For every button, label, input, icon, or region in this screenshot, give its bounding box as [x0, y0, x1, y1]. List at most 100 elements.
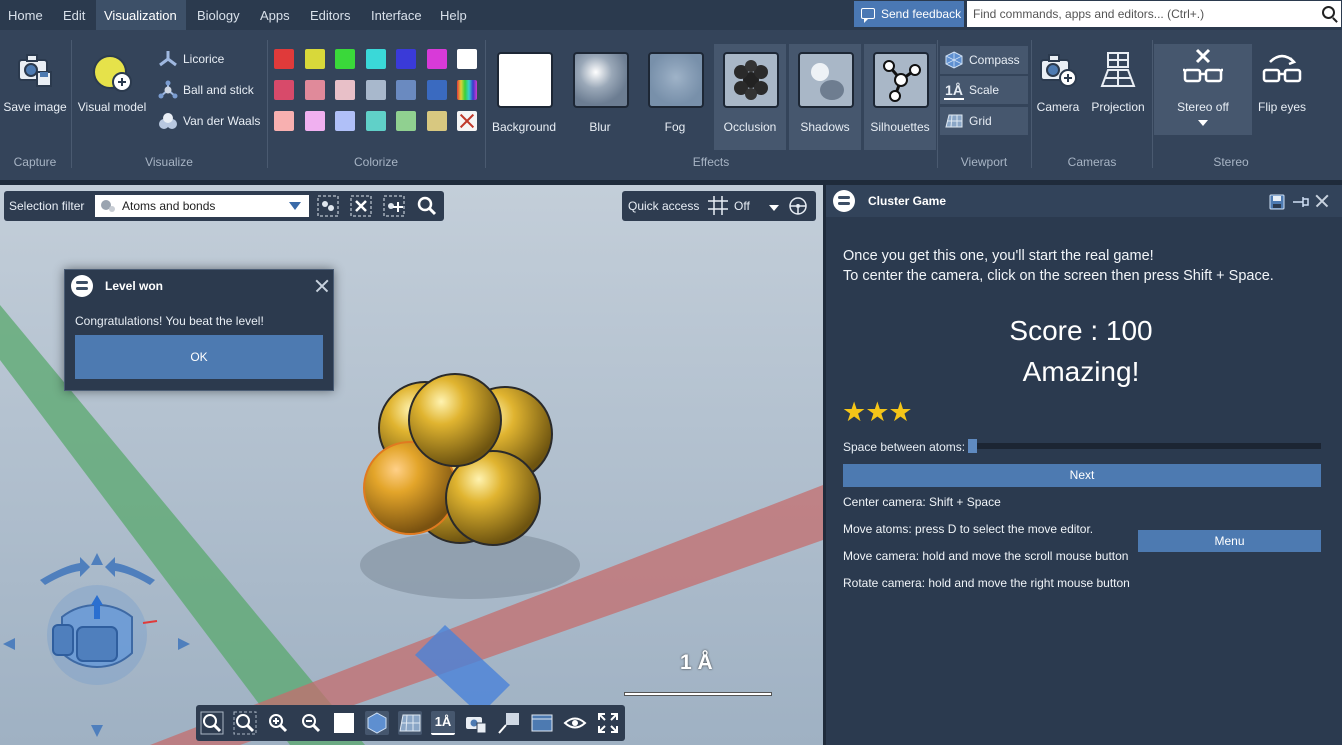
- color-swatch[interactable]: [396, 49, 416, 69]
- fullscreen-icon[interactable]: [596, 711, 620, 735]
- grid-button[interactable]: Grid: [940, 107, 1028, 135]
- camera-button[interactable]: Camera: [1033, 50, 1083, 120]
- background-color-icon[interactable]: [332, 711, 356, 735]
- color-swatch[interactable]: [304, 49, 325, 69]
- camera-label: Camera: [1036, 100, 1080, 114]
- quick-access-value[interactable]: Off: [734, 191, 750, 221]
- cluster-game-panel: Cluster Game Once you get this one, you'…: [826, 185, 1342, 745]
- effect-shadows-button[interactable]: Shadows: [789, 44, 861, 150]
- 3d-viewport[interactable]: Selection filter Atoms and bonds Quick a…: [0, 185, 823, 745]
- color-swatch[interactable]: [274, 80, 294, 100]
- zoom-out-icon[interactable]: [299, 711, 323, 735]
- menu-interface[interactable]: Interface: [363, 0, 430, 30]
- menu-apps[interactable]: Apps: [252, 0, 298, 30]
- color-swatch[interactable]: [335, 80, 355, 100]
- zoom-selection-icon[interactable]: [233, 711, 257, 735]
- fog-preview-icon: [648, 52, 704, 108]
- scale-button[interactable]: 1Å Scale: [940, 76, 1028, 104]
- color-swatch[interactable]: [396, 111, 416, 131]
- viewport-panel-icon[interactable]: [530, 711, 554, 735]
- screenshot-camera-icon[interactable]: [464, 711, 488, 735]
- grid-icon[interactable]: [398, 711, 422, 735]
- menu-edit[interactable]: Edit: [55, 0, 93, 30]
- ball-and-stick-button[interactable]: Ball and stick: [156, 77, 254, 103]
- menu-button[interactable]: Menu: [1138, 530, 1321, 552]
- command-search-input[interactable]: Find commands, apps and editors... (Ctrl…: [967, 1, 1341, 27]
- viewport-bottom-toolbar: 1Å: [196, 705, 625, 741]
- menu-visualization[interactable]: Visualization: [96, 0, 186, 30]
- menu-home[interactable]: Home: [0, 0, 51, 30]
- effect-shadows-label: Shadows: [800, 120, 850, 134]
- visual-model-button[interactable]: Visual model: [76, 50, 148, 120]
- ok-button[interactable]: OK: [75, 335, 323, 379]
- licorice-button[interactable]: Licorice: [156, 46, 224, 72]
- projection-icon[interactable]: [497, 711, 521, 735]
- chevron-down-icon[interactable]: [769, 205, 779, 211]
- color-swatch[interactable]: [426, 111, 447, 131]
- compass-cube-icon: [945, 51, 963, 69]
- color-swatch[interactable]: [335, 111, 355, 131]
- rating-text: Amazing!: [1022, 356, 1140, 387]
- pin-icon[interactable]: [1292, 194, 1310, 210]
- eye-icon[interactable]: [563, 711, 587, 735]
- color-swatch[interactable]: [426, 49, 447, 69]
- projection-button[interactable]: Projection: [1088, 50, 1148, 120]
- ribbon-divider: [71, 40, 72, 168]
- menu-help[interactable]: Help: [432, 0, 475, 30]
- next-button[interactable]: Next: [843, 464, 1321, 487]
- color-swatch[interactable]: [304, 111, 325, 131]
- color-swatch[interactable]: [365, 49, 386, 69]
- close-icon[interactable]: [1315, 194, 1329, 208]
- color-swatch[interactable]: [335, 49, 355, 69]
- color-swatch[interactable]: [365, 80, 386, 100]
- rotate-right-icon: [105, 557, 155, 585]
- zoom-in-icon[interactable]: [266, 711, 290, 735]
- silhouette-molecule-icon: [883, 60, 921, 102]
- projection-icon: [1100, 52, 1136, 87]
- quick-access-grid-icon[interactable]: [706, 195, 730, 217]
- silhouettes-preview-icon: [873, 52, 929, 108]
- color-swatch[interactable]: [274, 49, 294, 69]
- menu-editors[interactable]: Editors: [302, 0, 358, 30]
- search-selection-button[interactable]: [415, 194, 439, 218]
- color-swatch[interactable]: [426, 80, 447, 100]
- color-swatch[interactable]: [304, 80, 325, 100]
- save-image-button[interactable]: Save image: [2, 50, 68, 120]
- stereo-off-button[interactable]: Stereo off: [1154, 44, 1252, 135]
- save-icon[interactable]: [1269, 194, 1285, 210]
- licorice-icon: [159, 51, 177, 67]
- effect-fog-button[interactable]: Fog: [639, 44, 711, 150]
- zoom-fit-icon[interactable]: [200, 711, 224, 735]
- rainbow-color-swatch[interactable]: [457, 80, 477, 100]
- add-selection-button[interactable]: [382, 194, 406, 218]
- space-between-atoms-slider[interactable]: [968, 439, 1321, 453]
- effect-blur-button[interactable]: Blur: [564, 44, 636, 150]
- color-swatch[interactable]: [457, 49, 477, 69]
- color-swatch[interactable]: [365, 111, 386, 131]
- slider-handle[interactable]: [968, 439, 977, 453]
- no-color-swatch[interactable]: [457, 111, 477, 131]
- atoms-bonds-icon: [101, 200, 115, 212]
- star-rating: ★★★: [842, 397, 913, 427]
- steering-wheel-icon[interactable]: [788, 196, 808, 216]
- color-swatch[interactable]: [396, 80, 416, 100]
- select-all-button[interactable]: [316, 194, 340, 218]
- help-rotate-camera: Rotate camera: hold and move the right m…: [843, 576, 1130, 590]
- clear-selection-button[interactable]: [349, 194, 373, 218]
- effect-silhouettes-button[interactable]: Silhouettes: [864, 44, 936, 150]
- menu-biology[interactable]: Biology: [189, 0, 248, 30]
- menu-bar: Home Edit Visualization Biology Apps Edi…: [0, 0, 1342, 30]
- compass-cube-icon[interactable]: [365, 711, 389, 735]
- close-icon[interactable]: [315, 279, 329, 293]
- search-icon[interactable]: [1322, 6, 1335, 19]
- scale-icon[interactable]: 1Å: [431, 711, 455, 735]
- color-swatch[interactable]: [274, 111, 294, 131]
- van-der-waals-button[interactable]: Van der Waals: [156, 108, 260, 134]
- quick-access-label: Quick access: [628, 199, 700, 213]
- compass-button[interactable]: Compass: [940, 46, 1028, 74]
- effect-occlusion-button[interactable]: Occlusion: [714, 44, 786, 150]
- effect-background-button[interactable]: Background: [488, 44, 560, 150]
- selection-filter-dropdown[interactable]: Atoms and bonds: [95, 195, 309, 217]
- flip-eyes-button[interactable]: Flip eyes: [1254, 50, 1310, 120]
- send-feedback-button[interactable]: Send feedback: [854, 1, 964, 27]
